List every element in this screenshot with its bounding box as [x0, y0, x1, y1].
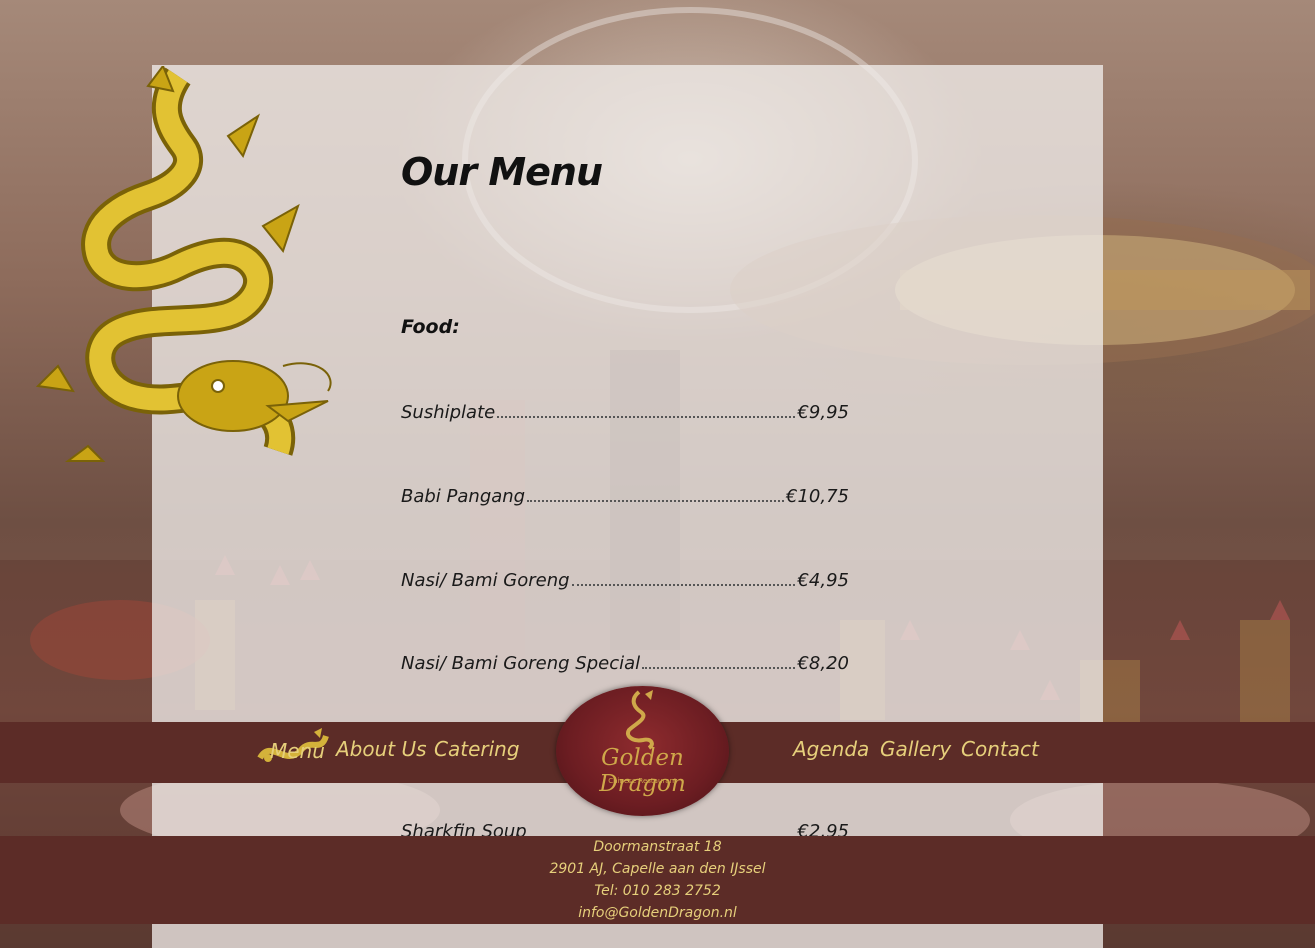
leader-dots — [497, 416, 796, 418]
leader-dots — [571, 584, 796, 586]
nav-contact[interactable]: Contact — [961, 737, 1039, 761]
brand-subtitle: Chinese Restaurant — [608, 777, 677, 785]
menu-item: Sushiplate €9,95 — [401, 402, 849, 423]
nav-menu-label: Menu — [270, 739, 325, 763]
nav-menu-link[interactable]: Menu — [256, 728, 330, 774]
menu-item-price: €10,75 — [786, 486, 849, 507]
leader-dots — [527, 500, 785, 502]
brand-name: Golden Dragon — [599, 745, 686, 797]
footer-email[interactable]: info@GoldenDragon.nl — [0, 905, 1315, 921]
nav-agenda[interactable]: Agenda — [793, 737, 869, 761]
menu-item-name: Sushiplate — [401, 402, 496, 423]
leader-dots — [642, 667, 796, 669]
nav-about-us[interactable]: About Us — [336, 737, 427, 761]
menu-item: Nasi/ Bami Goreng Special €8,20 — [401, 653, 849, 674]
footer-address-line2: 2901 AJ, Capelle aan den IJssel — [549, 861, 766, 877]
menu-item-name: Babi Pangang — [401, 486, 526, 507]
footer-address-line1: Doormanstraat 18 — [593, 839, 722, 855]
menu-item-price: €4,95 — [797, 570, 849, 591]
section-label-food: Food: — [401, 316, 460, 338]
dragon-illustration — [35, 66, 332, 462]
page-title: Our Menu — [401, 150, 603, 194]
menu-item: Nasi/ Bami Goreng €4,95 — [401, 570, 849, 591]
menu-item-name: Nasi/ Bami Goreng — [401, 570, 570, 591]
menu-item-price: €9,95 — [797, 402, 849, 423]
nav-catering[interactable]: Catering — [434, 737, 520, 761]
menu-item: Babi Pangang €10,75 — [401, 486, 849, 507]
menu-item-name: Nasi/ Bami Goreng Special — [401, 653, 641, 674]
menu-item-price: €8,20 — [797, 653, 849, 674]
brand-dragon-icon — [626, 690, 654, 750]
nav-gallery[interactable]: Gallery — [880, 737, 951, 761]
footer-phone: Tel: 010 283 2752 — [594, 883, 721, 899]
